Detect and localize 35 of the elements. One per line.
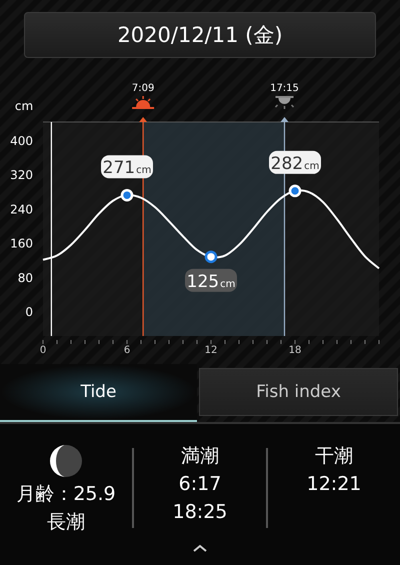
- y-tick-label: 240: [10, 202, 33, 216]
- marker-triangle-icon: [139, 117, 148, 122]
- date-button[interactable]: 2020/12/11 (金): [24, 12, 376, 58]
- tide-callout: 125cm: [185, 268, 237, 292]
- tide-name: 長潮: [47, 510, 85, 534]
- x-tick-label: 6: [124, 345, 130, 356]
- tide-point: [288, 184, 302, 198]
- tide-point: [120, 188, 134, 202]
- moon-age: 月齢：25.9: [16, 482, 116, 506]
- tab[interactable]: Tide: [0, 364, 197, 422]
- sun-time-label: 7:09: [132, 83, 154, 94]
- y-tick-label: 0: [25, 305, 33, 320]
- tab[interactable]: Fish index: [199, 368, 398, 416]
- sunset-icon: [274, 96, 294, 110]
- x-tick-label: 18: [288, 345, 302, 356]
- tide-callout: 282cm: [269, 150, 321, 174]
- y-tick-label: 400: [10, 134, 33, 148]
- x-tick-label: 12: [204, 345, 218, 356]
- axis-unit: cm: [14, 99, 34, 113]
- tide-time: 6:17: [178, 472, 222, 496]
- y-tick-label: 320: [10, 168, 33, 182]
- tide-time: 18:25: [172, 500, 228, 524]
- column-title: 干潮: [315, 444, 353, 468]
- column-title: 満潮: [181, 444, 219, 468]
- y-tick-label: 160: [10, 236, 33, 251]
- tide-point: [204, 250, 218, 264]
- x-tick-label: 0: [40, 345, 46, 356]
- marker-triangle-icon: [280, 117, 288, 122]
- tide-time: 12:21: [306, 472, 362, 496]
- sunrise-icon: [132, 95, 154, 109]
- moon-icon: [49, 444, 83, 478]
- tide-callout: 271cm: [101, 155, 153, 178]
- sun-time-label: 17:15: [270, 83, 299, 94]
- caret-icon[interactable]: [193, 544, 207, 552]
- y-tick-label: 80: [18, 270, 33, 285]
